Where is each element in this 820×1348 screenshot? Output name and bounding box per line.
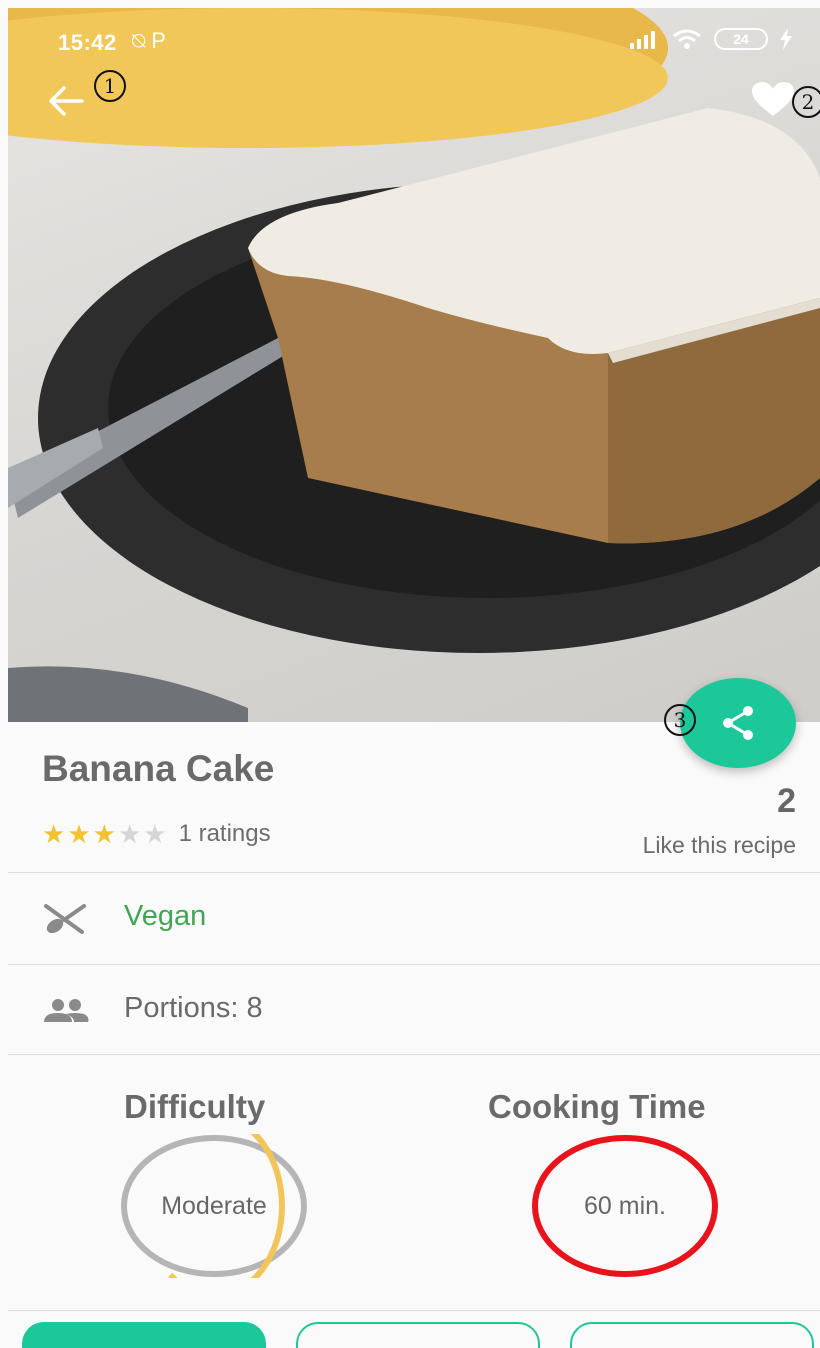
difficulty-title: Difficulty [124, 1088, 266, 1125]
status-bar: 15:42 ⍉ P 24 [8, 8, 820, 70]
likes-count: 2 [777, 782, 796, 820]
share-button[interactable] [680, 678, 796, 768]
banana-cake-illustration [8, 8, 820, 722]
back-button[interactable] [46, 84, 86, 118]
recipe-title: Banana Cake [42, 748, 275, 789]
favorite-button[interactable] [752, 82, 794, 118]
cooking-time-value: 60 min. [584, 1192, 666, 1220]
rating-stars[interactable]: ★ ★ ★ ★ ★ 1 ratings [42, 820, 271, 848]
annotation-marker-back: 1 [94, 70, 126, 102]
ratings-count: 1 ratings [178, 820, 271, 847]
recipe-category: Vegan [124, 900, 207, 932]
bottom-tab-button-1[interactable] [22, 1322, 266, 1348]
divider [8, 964, 820, 965]
status-right-group: 24 [630, 28, 792, 50]
status-time: 15:42 [58, 30, 117, 55]
divider [8, 872, 820, 873]
signal-icon [630, 31, 655, 49]
arrow-left-icon [49, 86, 84, 116]
star-icon-filled: ★ [92, 819, 116, 849]
star-icon-filled: ★ [42, 819, 66, 849]
heart-icon [752, 82, 794, 116]
annotation-marker-share: 3 [664, 704, 696, 736]
star-icon-empty: ★ [143, 819, 167, 849]
recipe-portions: Portions: 8 [124, 992, 263, 1024]
star-icon-empty: ★ [117, 819, 142, 849]
difficulty-value: Moderate [161, 1192, 267, 1220]
battery-level: 24 [733, 31, 749, 47]
bottom-tab-button-3[interactable] [570, 1322, 814, 1348]
people-icon [42, 998, 90, 1029]
divider [8, 1310, 820, 1311]
status-notification-icons: ⍉ P [132, 28, 166, 53]
wifi-icon [673, 29, 701, 49]
utensils-icon [42, 904, 88, 939]
divider [8, 1054, 820, 1055]
battery-icon: 24 [714, 28, 768, 50]
cooking-time-title: Cooking Time [488, 1088, 706, 1125]
annotation-marker-favorite: 2 [792, 86, 820, 118]
share-icon [723, 706, 753, 740]
charging-icon [780, 28, 792, 50]
likes-label: Like this recipe [642, 832, 796, 858]
recipe-photo [8, 8, 820, 722]
star-icon-filled: ★ [67, 819, 91, 849]
bottom-tab-button-2[interactable] [296, 1322, 540, 1348]
